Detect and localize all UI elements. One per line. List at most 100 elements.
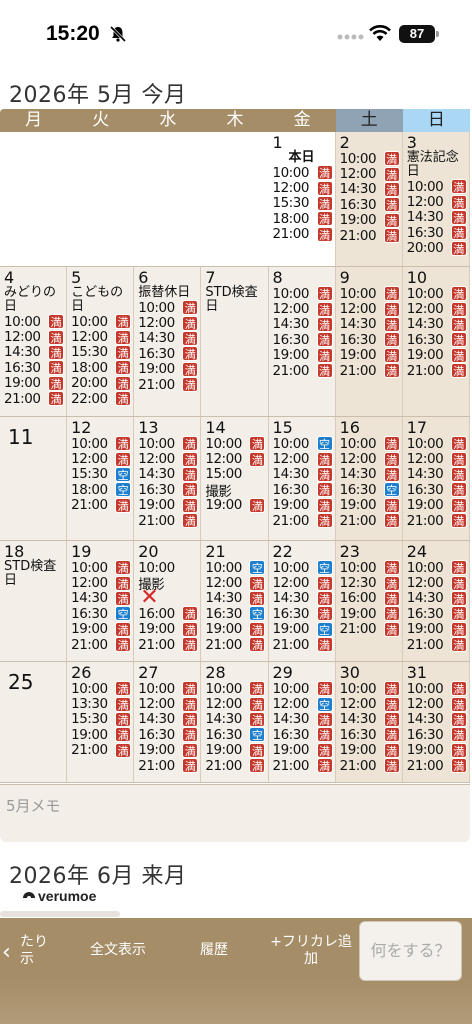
- time-slot[interactable]: 10:00 満: [407, 286, 469, 302]
- time-slot[interactable]: 12:00 満: [407, 194, 469, 210]
- time-slot[interactable]: 19:00 満: [340, 606, 402, 622]
- calendar-day-cell[interactable]: 15 10:00 空 12:00 満 14:30 満 16:30 満 19:00 満 21:00 満: [268, 417, 336, 540]
- time-slot[interactable]: 19:00 満: [71, 621, 133, 637]
- time-slot[interactable]: 12:00 満: [138, 696, 200, 712]
- calendar-day-cell[interactable]: 7 STD検査日: [201, 267, 269, 416]
- time-slot[interactable]: 12:00 満: [273, 180, 335, 196]
- time-slot[interactable]: 14:30 満: [407, 466, 469, 482]
- time-slot[interactable]: 19:00 満: [138, 497, 200, 513]
- calendar-day-cell[interactable]: 2 10:00 満 12:00 満 14:30 満 16:30 満 19:00 満 21:00 満: [335, 132, 403, 266]
- calendar-day-cell[interactable]: 13 10:00 満 12:00 満 14:30 満 16:30 満 19:00 満 21:00 満: [134, 417, 202, 540]
- time-slot[interactable]: 21:00 満: [71, 497, 133, 513]
- time-slot[interactable]: 21:00 満: [4, 391, 66, 407]
- time-slot[interactable]: 14:30 満: [4, 344, 66, 360]
- chevron-left-icon[interactable]: ‹: [2, 942, 11, 964]
- time-slot[interactable]: 10:00 満: [71, 681, 133, 697]
- calendar-day-cell[interactable]: 5 こどもの日 10:00 満 12:00 満 15:30 満 18:00 満 20:00 満 22:0…: [67, 267, 135, 416]
- time-slot[interactable]: 12:00 満: [273, 301, 335, 317]
- time-slot[interactable]: 21:00 満: [407, 363, 469, 379]
- time-slot[interactable]: 10:00 満: [407, 560, 469, 576]
- time-slot[interactable]: 21:00 満: [407, 513, 469, 529]
- calendar-day-cell[interactable]: 22 10:00 空 12:00 満 14:30 満 16:30 満 19:00 空 21:00 満: [268, 541, 336, 661]
- calendar-day-cell[interactable]: 11: [0, 417, 68, 540]
- time-slot[interactable]: 19:00 満: [407, 347, 469, 363]
- furigana-add-button[interactable]: +フリカレ追加: [268, 934, 354, 968]
- time-slot[interactable]: 16:30 満: [407, 727, 469, 743]
- time-slot[interactable]: 12:00 満: [205, 575, 267, 591]
- calendar-day-cell[interactable]: 30 10:00 満 12:00 満 14:30 満 16:30 満 19:00 満 21:00 満: [335, 662, 403, 782]
- calendar-day-cell[interactable]: 17 10:00 満 12:00 満 14:30 満 16:30 満 19:00 満 21:00 満: [402, 417, 470, 540]
- time-slot[interactable]: 19:00 満: [273, 347, 335, 363]
- time-slot[interactable]: 16:00 満: [340, 590, 402, 606]
- time-slot[interactable]: 21:00 満: [340, 513, 402, 529]
- time-slot[interactable]: 16:30 満: [407, 606, 469, 622]
- time-slot[interactable]: 21:00 満: [273, 226, 335, 242]
- time-slot[interactable]: 19:00 満: [340, 347, 402, 363]
- time-slot[interactable]: 21:00 満: [71, 742, 133, 758]
- time-slot[interactable]: 18:00 満: [273, 211, 335, 227]
- time-slot[interactable]: 19:00 満: [273, 742, 335, 758]
- time-slot[interactable]: 10:00 満: [71, 436, 133, 452]
- time-slot[interactable]: 22:00 満: [71, 391, 133, 407]
- time-slot[interactable]: 14:30 満: [407, 590, 469, 606]
- time-slot[interactable]: 12:00 満: [273, 451, 335, 467]
- time-slot[interactable]: 15:30 満: [71, 711, 133, 727]
- time-slot[interactable]: 20:00 満: [71, 375, 133, 391]
- time-slot[interactable]: 10:00 満: [340, 681, 402, 697]
- time-slot[interactable]: 21:00 満: [273, 513, 335, 529]
- calendar-day-cell[interactable]: 27 10:00 満 12:00 満 14:30 満 16:30 満 19:00 満 21:00 満: [134, 662, 202, 782]
- time-slot[interactable]: 12:00 満: [71, 575, 133, 591]
- time-slot[interactable]: 21:00 満: [71, 637, 133, 653]
- calendar-day-cell[interactable]: 14 10:00 満 12:00 満 15:00 撮影 19:00 満: [201, 417, 269, 540]
- time-slot[interactable]: 10:00 満: [71, 314, 133, 330]
- time-slot[interactable]: 10:00 満: [205, 436, 267, 452]
- calendar-day-cell[interactable]: 9 10:00 満 12:00 満 14:30 満 16:30 満 19:00 満 21:00 満: [335, 267, 403, 416]
- time-slot[interactable]: 16:30 空: [340, 482, 402, 498]
- time-slot[interactable]: 14:30 満: [138, 711, 200, 727]
- time-slot[interactable]: 12:00 満: [340, 696, 402, 712]
- time-slot[interactable]: 16:30 空: [205, 606, 267, 622]
- time-slot[interactable]: 10:00 満: [273, 681, 335, 697]
- time-slot[interactable]: 19:00 満: [71, 727, 133, 743]
- time-slot[interactable]: 21:00 満: [407, 637, 469, 653]
- time-slot[interactable]: 14:30 満: [138, 466, 200, 482]
- calendar-day-cell[interactable]: 1 本日 10:00 満 12:00 満 15:30 満 18:00 満 21:00 満: [268, 132, 336, 266]
- calendar-day-cell[interactable]: 23 10:00 満 12:30 満 16:00 満 19:00 満 21:00 満: [335, 541, 403, 661]
- time-slot[interactable]: 12:00 満: [138, 451, 200, 467]
- time-slot[interactable]: 21:00 満: [138, 637, 200, 653]
- time-slot[interactable]: 14:30 満: [273, 316, 335, 332]
- time-slot[interactable]: 16:30 満: [340, 332, 402, 348]
- time-slot[interactable]: 14:30 満: [273, 590, 335, 606]
- back-label[interactable]: たり示: [20, 934, 60, 968]
- time-slot[interactable]: 21:00 満: [407, 758, 469, 774]
- calendar-day-cell[interactable]: 18 STD検査日: [0, 541, 68, 661]
- calendar-day-cell[interactable]: 16 10:00 満 12:00 満 14:30 満 16:30 空 19:00 満 21:00 満: [335, 417, 403, 540]
- time-slot[interactable]: 10:00 空: [273, 436, 335, 452]
- time-slot[interactable]: 12:00 満: [71, 329, 133, 345]
- calendar-day-cell[interactable]: 24 10:00 満 12:00 満 14:30 満 16:30 満 19:00 満 21:00 満: [402, 541, 470, 661]
- calendar-day-cell[interactable]: 4 みどりの日 10:00 満 12:00 満 14:30 満 16:30 満 19:00 満 21:0…: [0, 267, 68, 416]
- time-slot[interactable]: 10:00 満: [4, 314, 66, 330]
- time-slot[interactable]: 19:00 満: [205, 742, 267, 758]
- calendar-day-cell[interactable]: 10 10:00 満 12:00 満 14:30 満 16:30 満 19:00 満 21:00 満: [402, 267, 470, 416]
- time-slot[interactable]: 21:00 満: [273, 637, 335, 653]
- time-slot[interactable]: 20:00 満: [407, 240, 469, 256]
- time-slot[interactable]: 16:30 満: [273, 727, 335, 743]
- time-slot[interactable]: 14:30 満: [340, 181, 402, 197]
- calendar-day-cell[interactable]: 29 10:00 満 12:00 空 14:30 満 16:30 満 19:00 満 21:00 満: [268, 662, 336, 782]
- time-slot[interactable]: 19:00 満: [407, 621, 469, 637]
- time-slot[interactable]: 19:00 満: [138, 621, 200, 637]
- time-slot[interactable]: 10:00 満: [340, 286, 402, 302]
- time-slot[interactable]: 10:00 満: [340, 151, 402, 167]
- time-slot[interactable]: 19:00 満: [205, 621, 267, 637]
- time-slot[interactable]: 14:30 満: [340, 466, 402, 482]
- time-slot[interactable]: 21:00 満: [138, 377, 200, 393]
- time-slot[interactable]: 12:00 満: [407, 301, 469, 317]
- calendar-day-cell[interactable]: 3 憲法記念日 10:00 満 12:00 満 14:30 満 16:30 満 20:00 満: [402, 132, 470, 266]
- time-slot[interactable]: 12:00 満: [138, 315, 200, 331]
- time-slot[interactable]: 14:30 満: [407, 209, 469, 225]
- time-slot[interactable]: 21:00 満: [205, 637, 267, 653]
- time-slot[interactable]: 16:30 満: [407, 225, 469, 241]
- time-slot[interactable]: 19:00 満: [138, 742, 200, 758]
- time-slot[interactable]: 10:00 満: [407, 179, 469, 195]
